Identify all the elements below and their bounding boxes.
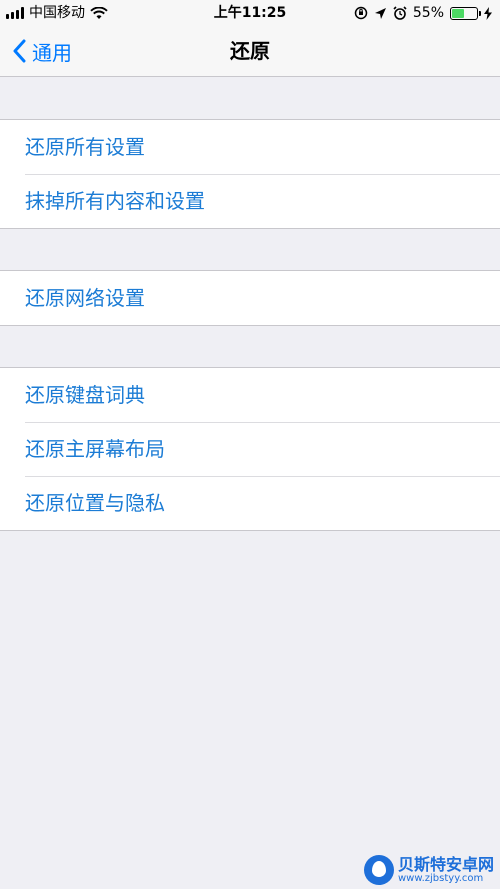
location-icon [374,7,386,19]
watermark-url: www.zjbstyy.com [397,873,484,885]
reset-location-privacy-row[interactable]: 还原位置与隐私 [0,476,500,530]
navigation-bar: 通用 还原 [0,26,500,77]
reset-all-settings-row[interactable]: 还原所有设置 [0,120,500,174]
settings-group-3: 还原键盘词典 还原主屏幕布局 还原位置与隐私 [0,367,500,531]
erase-all-content-row[interactable]: 抹掉所有内容和设置 [0,174,500,228]
battery-icon [450,6,481,20]
watermark-title: 贝斯特安卓网 [397,854,494,874]
reset-network-settings-row[interactable]: 还原网络设置 [0,271,500,325]
watermark: 贝斯特安卓网 www.zjbstyy.com [363,854,494,885]
orientation-lock-icon [354,6,368,20]
status-right: 55% [354,0,492,26]
watermark-logo-icon [363,855,394,885]
battery-fill [452,8,465,18]
page-title: 还原 [230,39,270,63]
settings-group-1: 还原所有设置 抹掉所有内容和设置 [0,119,500,229]
reset-keyboard-dictionary-row[interactable]: 还原键盘词典 [0,368,500,422]
battery-percent: 55% [412,5,444,21]
charging-icon [484,6,492,20]
alarm-icon [393,6,407,20]
reset-home-layout-row[interactable]: 还原主屏幕布局 [0,422,500,476]
status-bar: 中国移动 上午11:25 55% [0,0,500,26]
settings-group-2: 还原网络设置 [0,270,500,326]
